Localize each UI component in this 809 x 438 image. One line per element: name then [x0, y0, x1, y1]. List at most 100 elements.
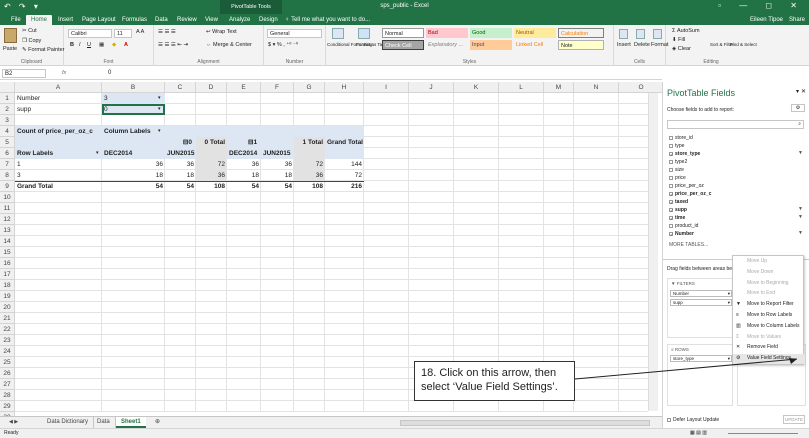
column-header[interactable]: M: [544, 82, 574, 93]
column-header[interactable]: K: [454, 82, 499, 93]
column-header[interactable]: C: [165, 82, 196, 93]
autosum-button[interactable]: Σ AutoSum: [672, 28, 700, 34]
paste-button[interactable]: Paste: [3, 46, 17, 52]
row-header[interactable]: 11: [0, 203, 15, 214]
menu-item[interactable]: ▥ Move to Column Labels: [733, 322, 805, 332]
filter-item[interactable]: Number ▾: [670, 290, 732, 297]
style-calculation[interactable]: Calculation: [558, 28, 604, 38]
merge-center-button[interactable]: ⇔ Merge & Center: [206, 42, 252, 48]
sheet-nav-icons[interactable]: ◀ ▶: [4, 417, 23, 428]
row-header[interactable]: 10: [0, 192, 15, 203]
style-linked-cell[interactable]: Linked Cell: [514, 40, 556, 50]
font-name-select[interactable]: Calibri: [68, 29, 112, 38]
field-item[interactable]: ✓ price_per_oz_c: [669, 191, 711, 197]
col-group-1[interactable]: ⊟1: [246, 137, 262, 148]
style-good[interactable]: Good: [470, 28, 512, 38]
tab-home[interactable]: Home: [26, 15, 53, 25]
insert-cells-button[interactable]: Insert: [617, 42, 631, 48]
dropdown-arrow-icon[interactable]: ▾: [728, 291, 730, 296]
row-header[interactable]: 8: [0, 170, 15, 181]
row-header[interactable]: 29: [0, 401, 15, 412]
column-header[interactable]: F: [261, 82, 294, 93]
formula-input[interactable]: 0: [108, 70, 111, 76]
view-icons[interactable]: ▦ ▤ ▥: [690, 430, 707, 436]
tab-page-layout[interactable]: Page Layout: [77, 15, 121, 25]
tab-design[interactable]: Design: [254, 15, 283, 25]
window-controls[interactable]: ▫ — ◻ ✕: [718, 1, 805, 10]
italic-button[interactable]: I: [79, 42, 81, 48]
field-search-input[interactable]: ⌕: [667, 120, 804, 129]
tab-review[interactable]: Review: [172, 15, 202, 25]
row-header[interactable]: 28: [0, 390, 15, 401]
field-item[interactable]: ✓ supp: [669, 207, 687, 213]
tab-data[interactable]: Data: [150, 15, 173, 25]
field-item[interactable]: ✓ taxed: [669, 199, 688, 205]
checkbox-icon[interactable]: [669, 167, 673, 172]
style-note[interactable]: Note: [558, 40, 604, 50]
checkbox-icon[interactable]: [669, 143, 673, 148]
zoom-slider[interactable]: [728, 433, 798, 434]
checkbox-icon[interactable]: ✓: [669, 215, 673, 220]
column-header[interactable]: L: [499, 82, 544, 93]
gear-icon[interactable]: ⚙: [791, 104, 805, 112]
field-item[interactable]: type: [669, 143, 684, 149]
row-header[interactable]: 27: [0, 379, 15, 390]
row-header[interactable]: 23: [0, 335, 15, 346]
column-header[interactable]: O: [619, 82, 664, 93]
menu-item[interactable]: Move Up: [733, 257, 805, 267]
delete-cells-icon[interactable]: [636, 29, 645, 39]
row-header[interactable]: 24: [0, 346, 15, 357]
filter-dropdown-icon[interactable]: ▾: [156, 104, 164, 115]
row-header[interactable]: 16: [0, 258, 15, 269]
style-explanatory[interactable]: Explanatory ...: [426, 40, 468, 50]
checkbox-icon[interactable]: ✓: [669, 207, 673, 212]
field-item[interactable]: price_per_oz: [669, 183, 704, 189]
update-button[interactable]: UPDATE: [783, 415, 805, 424]
currency-percent-icons[interactable]: $ ▾ % , ⁺⁰ ⁻⁰: [268, 42, 298, 48]
delete-cells-button[interactable]: Delete: [634, 42, 650, 48]
format-as-table-icon[interactable]: [358, 28, 370, 39]
checkbox-icon[interactable]: [669, 175, 673, 180]
style-input[interactable]: Input: [470, 40, 512, 50]
tab-file[interactable]: File: [6, 15, 26, 25]
style-bad[interactable]: Bad: [426, 28, 468, 38]
grow-font-icon[interactable]: A A: [136, 29, 144, 35]
sheet-tab-sheet1[interactable]: Sheet1: [116, 417, 146, 428]
bold-button[interactable]: B: [70, 42, 74, 48]
filters-area[interactable]: ▼ FILTERS Number ▾ supp ▾: [667, 278, 733, 338]
function-icon[interactable]: fx: [62, 70, 66, 76]
column-header[interactable]: D: [196, 82, 227, 93]
style-neutral[interactable]: Neutral: [514, 28, 556, 38]
clear-button[interactable]: ◈ Clear: [672, 46, 691, 52]
checkbox-icon[interactable]: [669, 223, 673, 228]
number-format-select[interactable]: General: [267, 29, 322, 38]
more-tables-link[interactable]: MORE TABLES...: [669, 242, 708, 248]
checkbox-icon[interactable]: [669, 183, 673, 188]
row-header[interactable]: 14: [0, 236, 15, 247]
row-header[interactable]: 20: [0, 302, 15, 313]
filter-item[interactable]: supp ▾: [670, 299, 732, 306]
underline-button[interactable]: U: [87, 42, 91, 48]
row-header[interactable]: 7: [0, 159, 15, 170]
column-header[interactable]: E: [227, 82, 261, 93]
menu-item[interactable]: ≡ Move to Row Labels: [733, 311, 805, 321]
filter-icon[interactable]: ▼: [798, 150, 803, 156]
row-header[interactable]: 25: [0, 357, 15, 368]
field-item[interactable]: ✓ time: [669, 215, 685, 221]
menu-item[interactable]: ▼ Move to Report Filter: [733, 300, 805, 310]
field-item[interactable]: ✓ store_type: [669, 151, 700, 157]
row-header[interactable]: 18: [0, 280, 15, 291]
row-header[interactable]: 19: [0, 291, 15, 302]
field-item[interactable]: type2: [669, 159, 687, 165]
tell-me-box[interactable]: ♀ Tell me what you want to do...: [285, 15, 370, 25]
row-header[interactable]: 21: [0, 313, 15, 324]
paste-icon[interactable]: [4, 28, 17, 43]
align-top-icons[interactable]: ☰ ☰ ☰: [158, 29, 176, 35]
column-header[interactable]: A: [15, 82, 102, 93]
row-header[interactable]: 15: [0, 247, 15, 258]
borders-icon[interactable]: ▦: [99, 42, 104, 48]
close-icon[interactable]: ✕: [801, 88, 806, 95]
fill-color-icon[interactable]: ◆: [112, 42, 116, 48]
row-header[interactable]: 2: [0, 104, 15, 115]
checkbox-icon[interactable]: [669, 135, 673, 140]
